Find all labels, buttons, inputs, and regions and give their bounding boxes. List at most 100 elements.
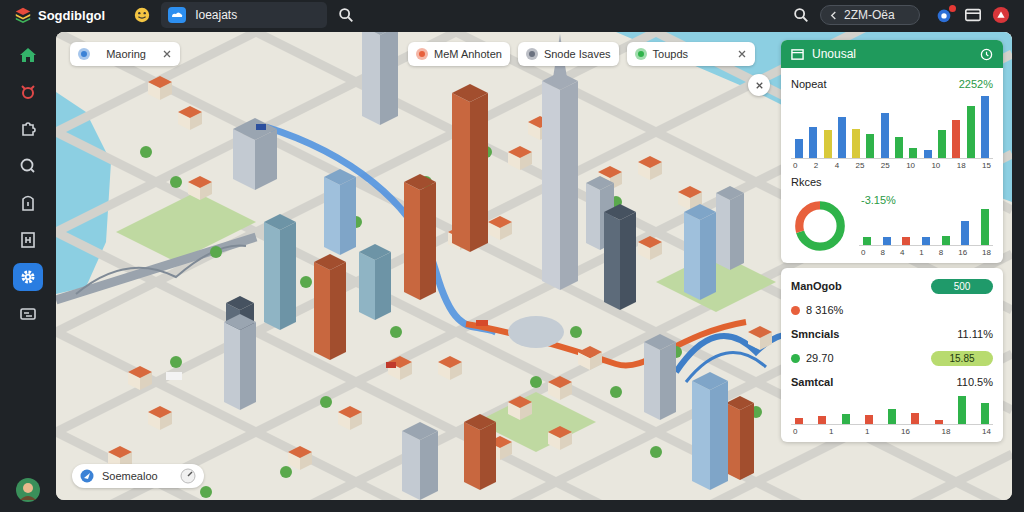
metric-row: Nopeat 2252%	[791, 76, 993, 92]
axis-tick: 25	[856, 161, 865, 170]
chart-bar[interactable]	[866, 134, 874, 158]
sidebar-item[interactable]	[13, 226, 43, 254]
gear-icon	[18, 267, 38, 287]
sidebar-item[interactable]	[13, 300, 43, 328]
chart-bar[interactable]	[922, 237, 930, 245]
donut-segment[interactable]	[799, 205, 840, 246]
chart-bar[interactable]	[938, 130, 946, 158]
donut-segment[interactable]	[799, 205, 840, 246]
metric-value: 2252%	[959, 78, 993, 90]
chart-bar[interactable]	[818, 416, 826, 424]
chart-bar[interactable]	[838, 117, 846, 158]
overview-card: Unousal Nopeat 2252% 024252510101815 Rkc…	[781, 40, 1003, 263]
chip-label: Toupds	[653, 48, 688, 60]
door-icon	[18, 193, 38, 213]
smiley-icon[interactable]	[133, 6, 151, 24]
chart-bar[interactable]	[981, 209, 989, 245]
map-chip[interactable]: Soemealoo	[72, 464, 204, 488]
status-dot	[791, 306, 800, 315]
chart-bar[interactable]	[981, 403, 989, 424]
chart-bar[interactable]	[865, 415, 873, 424]
sidebar-item[interactable]	[13, 152, 43, 180]
chart-bar[interactable]	[795, 139, 803, 158]
gauge-icon[interactable]	[180, 468, 196, 484]
sidebar-item[interactable]	[13, 263, 43, 291]
search-value: 2ZM-Oëa	[844, 8, 895, 22]
sidebar-item[interactable]	[13, 189, 43, 217]
chart-bar[interactable]	[909, 148, 917, 158]
summary-row: 29.70 15.85	[791, 348, 993, 368]
cloud-icon	[167, 5, 187, 25]
axis-tick: 15	[982, 161, 991, 170]
chip-icon	[635, 48, 647, 60]
clock-icon[interactable]	[980, 48, 993, 61]
search-icon[interactable]	[792, 6, 810, 24]
chart-bar[interactable]	[958, 396, 966, 424]
metric-label: Nopeat	[791, 78, 826, 90]
chart-bar[interactable]	[895, 137, 903, 158]
search-icon[interactable]	[337, 6, 355, 24]
axis-tick: 25	[881, 161, 890, 170]
chart-bar[interactable]	[842, 414, 850, 424]
profile-icon[interactable]	[992, 6, 1010, 24]
chart-bar[interactable]	[935, 420, 943, 424]
status-dot	[791, 354, 800, 363]
sidebar-item[interactable]	[13, 78, 43, 106]
chart-bar[interactable]	[795, 418, 803, 424]
section-row: Rkces	[791, 174, 993, 190]
chip-label: Snode Isaves	[544, 48, 611, 60]
sidebar-item[interactable]	[13, 115, 43, 143]
collapse-button[interactable]	[748, 74, 770, 96]
workspace: Maoring MeM Anhoten Snode Isaves Toupds …	[0, 30, 1024, 512]
summary-card: ManOgob 500 8 316%Smncials 11.11% 29.70 …	[781, 268, 1003, 442]
user-avatar[interactable]	[16, 478, 40, 502]
sidebar-item[interactable]	[13, 41, 43, 69]
map-chip[interactable]: MeM Anhoten	[408, 42, 510, 66]
close-icon	[754, 80, 765, 91]
sliders-icon	[18, 304, 38, 324]
card-header: Unousal	[781, 40, 1003, 68]
top-tab[interactable]: Ioeajats	[161, 2, 327, 28]
axis-tick: 8	[939, 248, 943, 257]
map-chip[interactable]: Snode Isaves	[518, 42, 619, 66]
map-chip[interactable]: Toupds	[627, 42, 755, 66]
close-icon[interactable]	[737, 49, 747, 59]
chart-bar[interactable]	[824, 130, 832, 158]
chart-bar[interactable]	[961, 221, 969, 245]
chart-bar[interactable]	[863, 237, 871, 245]
chart-bar[interactable]	[883, 237, 891, 245]
chart-bar[interactable]	[942, 236, 950, 245]
chart-bar[interactable]	[924, 150, 932, 158]
chip-label: Soemealoo	[102, 470, 158, 482]
chip-label: Maoring	[106, 48, 146, 60]
app-window: Sogdiblgol Ioeajats 2ZM-Oëa Maoring MeM …	[0, 0, 1024, 512]
notifications-button[interactable]	[934, 5, 954, 25]
change-value: -3.15%	[859, 194, 993, 206]
row-label: Smncials	[791, 328, 839, 340]
chart-bar[interactable]	[888, 409, 896, 424]
donut-chart[interactable]	[791, 197, 849, 255]
chart-bar[interactable]	[981, 96, 989, 158]
chart-bar[interactable]	[911, 413, 919, 424]
top-bar: Sogdiblgol Ioeajats 2ZM-Oëa	[0, 0, 1024, 30]
chart-bar[interactable]	[902, 237, 910, 245]
chart-bar[interactable]	[809, 127, 817, 158]
search-field[interactable]: 2ZM-Oëa	[820, 5, 920, 25]
axis-tick: 10	[906, 161, 915, 170]
summary-row: ManOgob 500	[791, 276, 993, 296]
puzzle-icon	[18, 119, 38, 139]
brand[interactable]: Sogdiblgol	[14, 6, 105, 24]
map-chip[interactable]: Maoring	[70, 42, 180, 66]
chart-bar[interactable]	[952, 120, 960, 158]
chart-bar[interactable]	[881, 113, 889, 158]
axis-tick: 1	[919, 248, 923, 257]
window-icon[interactable]	[964, 6, 982, 24]
notification-badge	[949, 5, 956, 12]
chart-bar[interactable]	[967, 106, 975, 158]
chart-bar[interactable]	[852, 129, 860, 158]
map-view[interactable]: Maoring MeM Anhoten Snode Isaves Toupds …	[56, 32, 1012, 500]
tab-label: Ioeajats	[195, 8, 237, 22]
axis-tick: 8	[880, 248, 884, 257]
home-icon	[18, 45, 38, 65]
close-icon[interactable]	[162, 49, 172, 59]
